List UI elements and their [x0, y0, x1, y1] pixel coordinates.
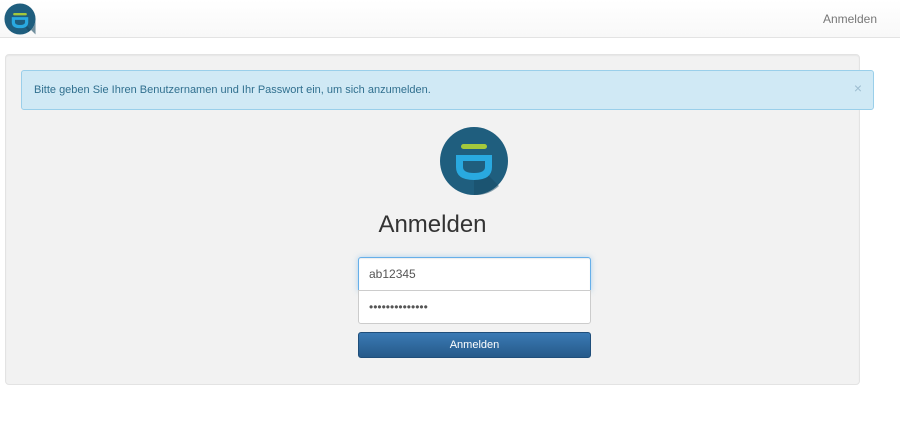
privacyidea-logo-icon-large	[440, 127, 508, 196]
top-navbar: Anmelden	[0, 0, 900, 38]
password-field[interactable]	[358, 290, 591, 324]
info-alert: Bitte geben Sie Ihren Benutzernamen und …	[21, 70, 874, 110]
login-panel: Bitte geben Sie Ihren Benutzernamen und …	[5, 54, 874, 385]
nav-login-link[interactable]: Anmelden	[823, 12, 877, 26]
username-field[interactable]	[358, 257, 591, 291]
privacyidea-logo-icon[interactable]	[4, 3, 36, 35]
alert-message: Bitte geben Sie Ihren Benutzernamen und …	[34, 84, 431, 96]
login-button[interactable]: Anmelden	[358, 332, 591, 358]
close-icon[interactable]: ×	[854, 81, 862, 95]
page-title: Anmelden	[378, 211, 487, 238]
